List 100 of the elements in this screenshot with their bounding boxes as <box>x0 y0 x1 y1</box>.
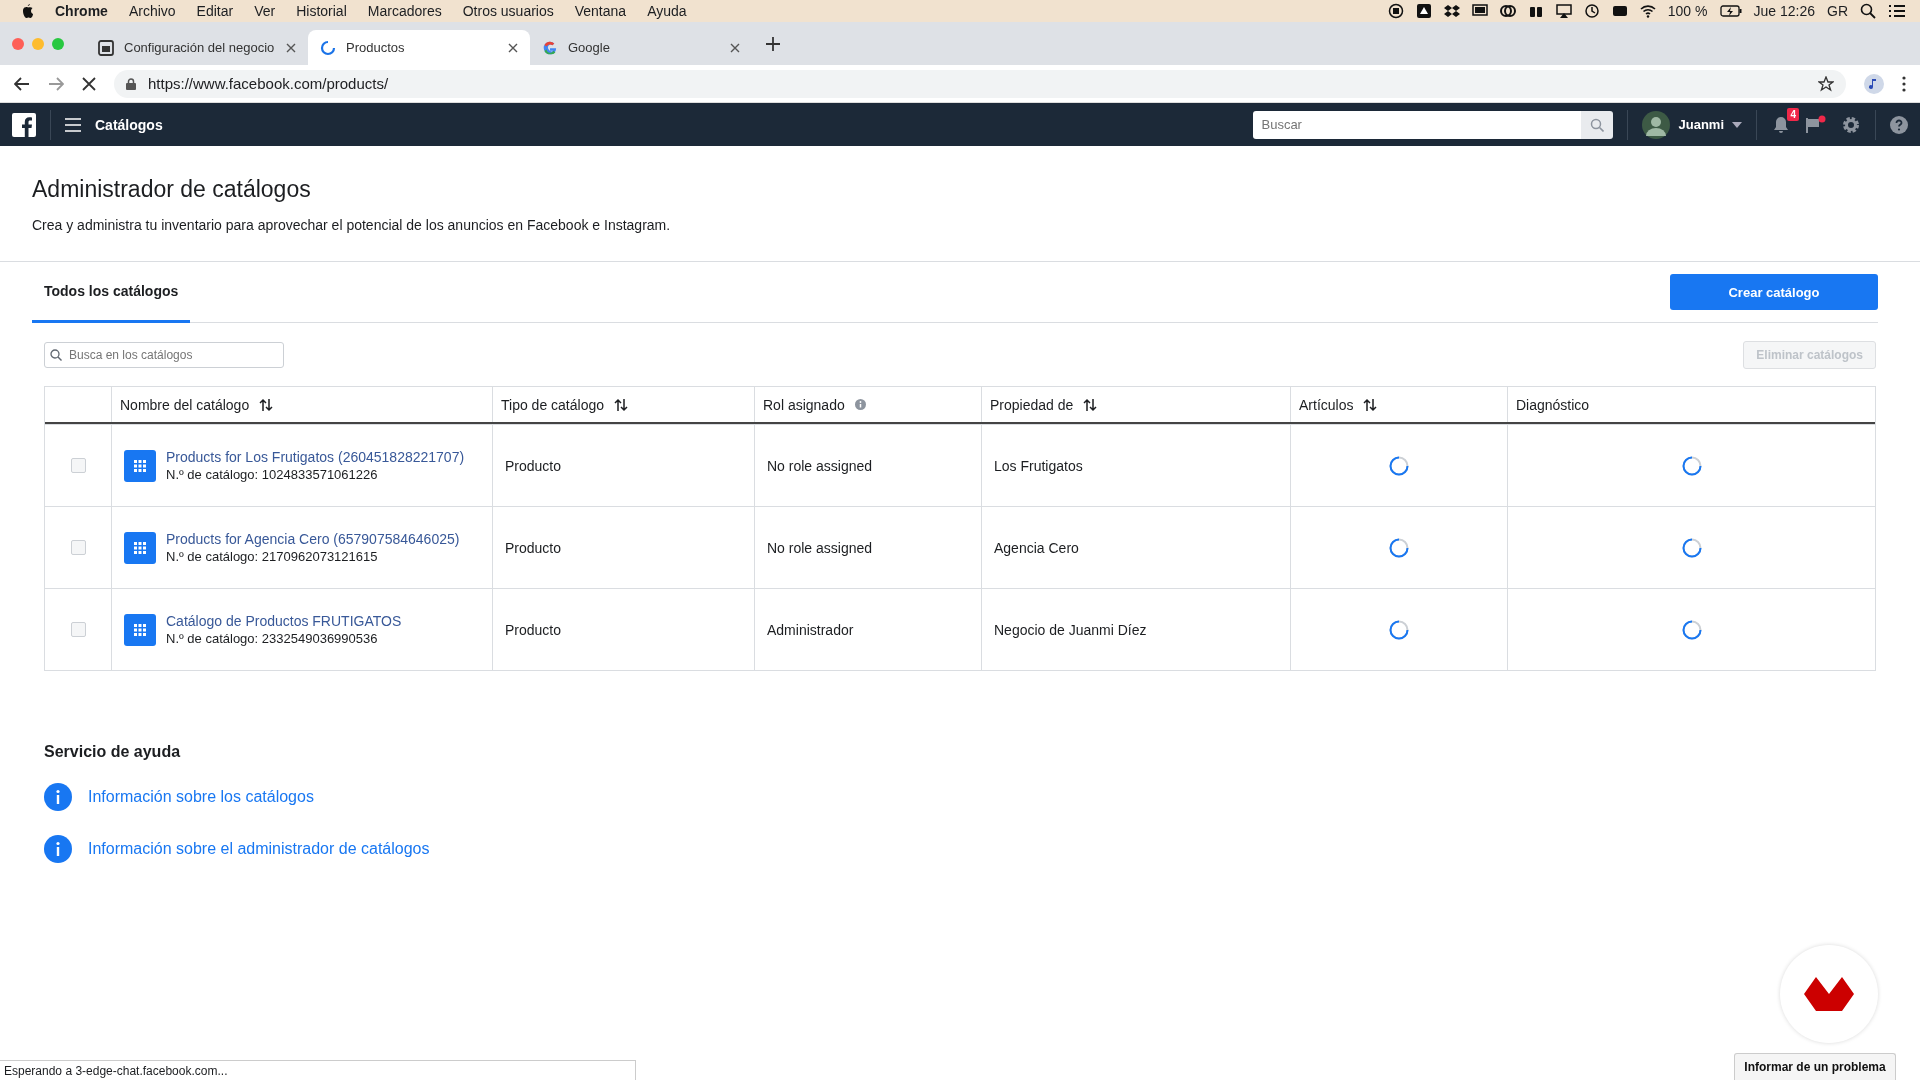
profile-menu[interactable]: Juanmi <box>1642 110 1742 139</box>
sort-arrows-icon[interactable] <box>1363 397 1378 412</box>
catalog-number: N.º de catálogo: 2170962073121615 <box>166 549 379 564</box>
catalog-name-link[interactable]: Catálogo de Productos FRUTIGATOS <box>166 613 402 629</box>
tab[interactable]: Todos los catálogos <box>32 262 191 323</box>
search-field[interactable]: Buscar <box>1253 110 1582 139</box>
menu-item[interactable]: Otros usuarios <box>462 3 554 19</box>
flag-with-dot-icon[interactable] <box>1805 114 1827 135</box>
page-description: Crea y administra tu inventario para aprovechar el potencial de los anuncios en Facebook e Instagram. <box>32 217 672 233</box>
column-header: Rol asignado <box>763 396 845 413</box>
row-checkbox[interactable] <box>70 540 86 555</box>
clock-text: Jue 12:26 <box>1753 3 1815 19</box>
search-field[interactable]: Busca en los catálogos <box>44 342 284 368</box>
table-cell: No role assigned <box>754 507 981 588</box>
floating-logo-button[interactable] <box>1780 945 1878 1043</box>
browser-tab[interactable]: Productos <box>308 30 530 65</box>
more-menu-icon[interactable] <box>1902 75 1906 92</box>
menu-item[interactable]: Historial <box>296 3 347 19</box>
catalog-number: N.º de catálogo: 2332549036990536 <box>166 631 379 646</box>
loading-spinner-icon <box>1681 455 1702 476</box>
column-header[interactable]: Nombre del catálogo <box>120 396 250 413</box>
close-icon[interactable] <box>730 42 740 53</box>
menu-item[interactable]: Ver <box>254 3 276 19</box>
help-link[interactable]: Información sobre el administrador de catálogos <box>88 840 430 858</box>
column-header[interactable]: Tipo de catálogo <box>501 396 604 413</box>
loading-spinner-icon <box>1389 455 1409 476</box>
grid-square-icon <box>124 449 156 482</box>
create-catalog-button[interactable]: Crear catálogo <box>1670 274 1878 310</box>
browser-tab[interactable]: Google <box>530 30 752 65</box>
screen-icon[interactable] <box>1471 3 1488 19</box>
catalog-name-link[interactable]: Products for Agencia Cero (657907584646025) <box>166 531 460 547</box>
stop-icon[interactable] <box>82 76 96 91</box>
grid-square-icon <box>124 531 156 564</box>
list-icon[interactable] <box>1888 4 1906 18</box>
battery-percentage: 100 % <box>1667 3 1708 19</box>
apple-icon[interactable] <box>20 3 34 19</box>
clock-icon[interactable] <box>1583 3 1600 19</box>
column-header[interactable]: Propiedad de <box>990 396 1074 413</box>
sort-arrows-icon[interactable] <box>1083 397 1098 412</box>
table-cell: Agencia Cero <box>981 507 1290 588</box>
wifi-icon[interactable] <box>1639 3 1656 19</box>
menu-item[interactable]: Marcadores <box>367 3 442 19</box>
info-icon[interactable] <box>44 783 72 811</box>
row-checkbox[interactable] <box>70 458 86 473</box>
help-icon[interactable] <box>1890 115 1908 134</box>
column-header[interactable]: Artículos <box>1299 396 1354 413</box>
table-cell: Administrador <box>754 589 981 670</box>
menu-item[interactable]: Ventana <box>574 3 627 19</box>
plus-icon[interactable] <box>766 36 780 51</box>
back-arrow-icon[interactable] <box>14 76 30 91</box>
profile-avatar-icon[interactable] <box>1864 73 1884 94</box>
menu-item[interactable]: Ayuda <box>647 3 687 19</box>
table-cell: Negocio de Juanmi Díez <box>981 589 1290 670</box>
tab-title: Configuración del negocio <box>124 40 276 55</box>
column-header: Diagnóstico <box>1516 396 1590 413</box>
report-problem-button[interactable]: Informar de un problema <box>1734 1053 1896 1080</box>
notification-count: 4 <box>1787 107 1799 121</box>
help-link[interactable]: Información sobre los catálogos <box>88 788 314 806</box>
table-cell: Producto <box>492 507 754 588</box>
sort-arrows-icon[interactable] <box>259 397 274 412</box>
loading-spinner-icon <box>1389 619 1409 640</box>
loading-spinner-icon <box>1681 619 1702 640</box>
grid-square-icon <box>124 613 156 646</box>
status-bar: Esperando a 3-edge-chat.facebook.com... <box>0 1060 636 1080</box>
help-section-title: Servicio de ayuda <box>44 743 182 761</box>
star-icon[interactable] <box>1818 75 1834 92</box>
page-title: Administrador de catálogos <box>32 176 312 203</box>
catalog-name-link[interactable]: Products for Los Frutigatos (260451828221707) <box>166 449 465 465</box>
table-cell: Los Frutigatos <box>981 425 1290 506</box>
row-checkbox[interactable] <box>70 622 86 637</box>
user-initials[interactable]: GR <box>1827 3 1848 19</box>
info-icon[interactable] <box>44 835 72 863</box>
menu-item[interactable]: Archivo <box>128 3 176 19</box>
record-icon[interactable] <box>1387 3 1404 19</box>
search-icon <box>1590 117 1605 132</box>
browser-tab[interactable]: Configuración del negocio <box>86 30 308 65</box>
address-field[interactable]: https://www.facebook.com/products/ <box>114 69 1846 98</box>
menu-item[interactable]: Editar <box>196 3 234 19</box>
battery-icon[interactable] <box>1719 5 1742 17</box>
close-icon[interactable] <box>508 42 518 53</box>
menu-icon[interactable] <box>65 117 81 132</box>
app-menu[interactable]: Chrome <box>55 3 108 19</box>
loading-spinner-icon <box>1681 537 1702 558</box>
search-icon[interactable] <box>1860 3 1876 19</box>
catalog-number: N.º de catálogo: 1024833571061226 <box>166 467 379 482</box>
page-favicon-icon <box>98 39 114 56</box>
avatar-icon <box>1642 110 1671 139</box>
close-icon[interactable] <box>286 42 296 53</box>
f-logo-icon[interactable] <box>12 112 36 137</box>
table-cell: Producto <box>492 425 754 506</box>
forward-arrow-icon[interactable] <box>48 76 64 91</box>
bell-icon[interactable] <box>1771 114 1791 135</box>
search-button[interactable] <box>1581 110 1614 139</box>
lock-icon <box>126 77 136 90</box>
table-cell: No role assigned <box>754 425 981 506</box>
tab-title: Google <box>568 40 611 55</box>
caret-icon <box>1732 121 1742 128</box>
settings-icon[interactable] <box>1841 114 1861 135</box>
sort-arrows-icon[interactable] <box>614 397 628 412</box>
info-icon[interactable] <box>854 399 866 410</box>
